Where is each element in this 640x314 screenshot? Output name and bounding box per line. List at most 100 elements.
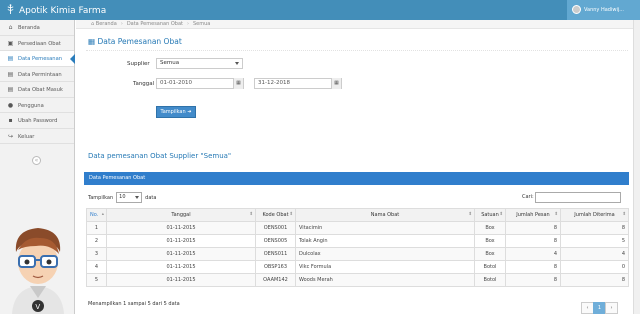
- page-length-select[interactable]: 10: [116, 192, 143, 203]
- cell-nama-obat: Vitacimin: [295, 221, 475, 235]
- cell-kode-obat: OBSP163: [255, 260, 296, 274]
- briefcase-icon: ▣: [7, 39, 14, 47]
- column-header-no[interactable]: No. ▴: [86, 208, 107, 222]
- cell-tanggal: 01-11-2015: [106, 247, 256, 261]
- sidebar-item-label: Persediaan Obat: [18, 40, 61, 47]
- breadcrumb-item-pemesanan[interactable]: Data Pemesanan Obat: [127, 21, 183, 27]
- table-panel-header: Data Pemesanan Obat: [84, 172, 629, 185]
- user-name: Vanny Hadiwij...: [584, 7, 625, 13]
- column-header-satuan[interactable]: Satuan ⬍: [474, 208, 506, 222]
- sidebar-item-label: Ubah Password: [18, 118, 58, 124]
- app-brand[interactable]: Apotik Kimia Farma: [6, 4, 106, 17]
- cell-jumlah-diterima: 5: [560, 234, 629, 248]
- cell-jumlah-pesan: 8: [505, 260, 561, 274]
- sidebar-item-ubah-password[interactable]: ▪ Ubah Password: [0, 113, 74, 129]
- cell-nama-obat: Dulcolax: [295, 247, 475, 261]
- sidebar-item-label: Data Obat Masuk: [18, 87, 63, 93]
- sidebar-item-keluar[interactable]: ↪ Keluar: [0, 129, 74, 144]
- document-icon: ▤: [7, 86, 14, 93]
- column-header-jumlah-pesan[interactable]: Jumlah Pesan ⬍: [505, 208, 561, 222]
- page-title-text: Data Pemesanan Obat: [97, 37, 182, 46]
- supplier-label: Supplier: [127, 61, 150, 67]
- home-icon: ⌂: [8, 24, 13, 31]
- cell-kode-obat: OENS001: [255, 221, 296, 235]
- supplier-select-value: Semua: [160, 60, 180, 66]
- user-icon: ●: [7, 101, 14, 109]
- chevron-down-icon: [235, 62, 239, 65]
- date-label: Tanggal: [133, 81, 155, 87]
- date-from-input[interactable]: 01-01-2010 ▦: [156, 78, 244, 89]
- length-control: Tampilkan 10 data: [88, 192, 156, 204]
- pagination: ‹ 1 ›: [581, 302, 618, 314]
- cell-kode-obat: OENS005: [255, 234, 296, 248]
- sidebar-item-beranda[interactable]: ⌂ Beranda: [0, 20, 74, 36]
- column-header-label: Nama Obat: [370, 212, 400, 218]
- column-header-jumlah-diterima[interactable]: Jumlah Diterima ⬍: [560, 208, 629, 222]
- app-title: Apotik Kimia Farma: [19, 6, 107, 16]
- table-row: 4 01-11-2015 OBSP163 Vikc Formula Botol …: [86, 260, 629, 274]
- column-header-nama-obat[interactable]: Nama Obat ⬍: [295, 208, 475, 222]
- sidebar-item-label: Keluar: [18, 133, 35, 140]
- table-info: Menampilkan 1 sampai 5 dari 5 data: [88, 301, 180, 307]
- sidebar-collapse-button[interactable]: «: [32, 156, 41, 165]
- sidebar-item-pengguna[interactable]: ● Pengguna: [0, 98, 74, 113]
- table-row: 1 01-11-2015 OENS001 Vitacimin Box 8 8: [86, 221, 629, 235]
- show-button[interactable]: Tampilkan ➜: [156, 106, 196, 118]
- result-title: Data pemesanan Obat Supplier "Semua": [88, 152, 232, 160]
- length-prefix: Tampilkan: [88, 195, 114, 201]
- column-header-label: No.: [90, 212, 99, 218]
- cell-jumlah-diterima: 4: [560, 247, 629, 261]
- cell-jumlah-diterima: 8: [560, 273, 629, 287]
- cell-satuan: Botol: [474, 273, 506, 287]
- page-length-value: 10: [119, 194, 126, 200]
- page-title: ▦ Data Pemesanan Obat: [88, 37, 182, 46]
- sort-icon: ⬍: [289, 212, 293, 217]
- cell-jumlah-diterima: 8: [560, 221, 629, 235]
- column-header-label: Kode Obat: [262, 212, 289, 218]
- sidebar-item-data-pemesanan[interactable]: ▤ Data Pemesanan: [0, 51, 75, 67]
- column-header-label: Tanggal: [171, 212, 191, 218]
- search-input[interactable]: [535, 192, 621, 203]
- sidebar-item-persediaan-obat[interactable]: ▣ Persediaan Obat: [0, 36, 74, 51]
- sort-icon: ⬍: [249, 212, 253, 217]
- cell-nama-obat: Tolak Angin: [295, 234, 475, 248]
- logout-icon: ↪: [7, 132, 14, 140]
- arrow-right-icon: ➜: [187, 109, 192, 115]
- sidebar-item-data-obat-masuk[interactable]: ▤ Data Obat Masuk: [0, 82, 74, 98]
- column-header-tanggal[interactable]: Tanggal ⬍: [106, 208, 256, 222]
- pagination-next[interactable]: ›: [605, 302, 618, 314]
- cell-no: 1: [86, 221, 107, 235]
- sort-icon: ⬍: [468, 212, 472, 217]
- column-header-kode-obat[interactable]: Kode Obat ⬍: [255, 208, 296, 222]
- cell-kode-obat: OAAM142: [255, 273, 296, 287]
- chevron-down-icon: [135, 196, 140, 199]
- calendar-icon[interactable]: ▦: [331, 78, 341, 89]
- cell-no: 3: [86, 247, 107, 261]
- user-menu[interactable]: Vanny Hadiwij...: [567, 0, 640, 20]
- cell-satuan: Box: [474, 221, 506, 235]
- cell-jumlah-pesan: 8: [505, 273, 561, 287]
- sidebar-item-label: Data Permintaan: [18, 71, 62, 78]
- document-icon: ▤: [7, 70, 14, 78]
- date-to-input[interactable]: 31-12-2018 ▦: [254, 78, 342, 89]
- cell-jumlah-pesan: 4: [505, 247, 561, 261]
- cell-jumlah-diterima: 0: [560, 260, 629, 274]
- breadcrumb-item-home[interactable]: Beranda: [96, 21, 117, 27]
- sidebar-item-data-permintaan[interactable]: ▤ Data Permintaan: [0, 67, 74, 82]
- sidebar: ⌂ Beranda ▣ Persediaan Obat ▤ Data Pemesana…: [0, 20, 75, 314]
- sidebar-item-label: Beranda: [18, 25, 40, 31]
- show-button-label: Tampilkan: [160, 109, 186, 115]
- calendar-icon[interactable]: ▦: [233, 78, 243, 89]
- column-header-label: Jumlah Pesan: [516, 212, 550, 218]
- table-row: 2 01-11-2015 OENS005 Tolak Angin Box 8 5: [86, 234, 629, 248]
- avatar: [572, 5, 581, 14]
- supplier-select[interactable]: Semua: [156, 58, 243, 69]
- page-scrollbar[interactable]: [633, 20, 640, 314]
- cell-no: 5: [86, 273, 107, 287]
- cell-jumlah-pesan: 8: [505, 234, 561, 248]
- cell-satuan: Botol: [474, 260, 506, 274]
- column-header-label: Satuan: [481, 212, 499, 218]
- top-navbar: Apotik Kimia Farma Vanny Hadiwij...: [0, 0, 640, 20]
- cell-satuan: Box: [474, 234, 506, 248]
- search-label: Cari:: [522, 194, 534, 200]
